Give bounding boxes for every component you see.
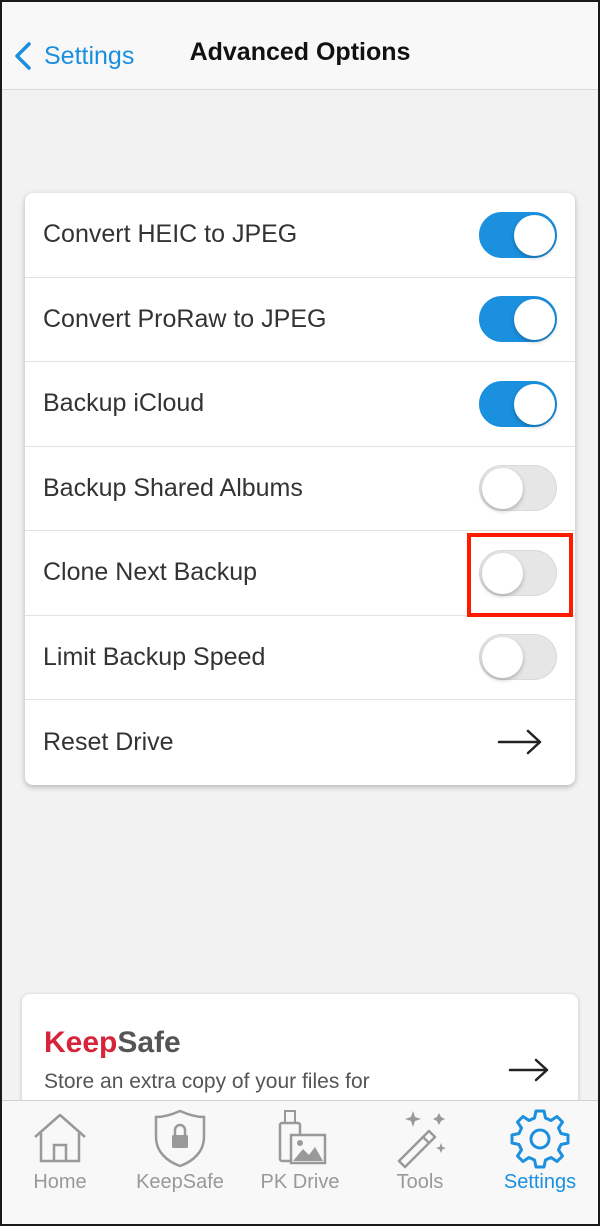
arrow-right-icon[interactable] [508,1058,550,1082]
toggle-knob [514,214,555,256]
option-row-limit-backup-speed: Limit Backup Speed [25,616,575,700]
gear-icon [510,1109,570,1169]
tab-pk-drive[interactable]: PK Drive [240,1101,360,1226]
nav-header: Settings Advanced Options [0,0,600,90]
toggle-knob [482,468,523,510]
home-icon [34,1113,86,1163]
tab-keepsafe[interactable]: KeepSafe [120,1101,240,1226]
convert-proraw-toggle[interactable] [479,296,557,343]
option-label: Backup iCloud [43,389,205,418]
tab-settings[interactable]: Settings [480,1101,600,1226]
option-row-backup-icloud: Backup iCloud [25,362,575,447]
tab-label: Home [33,1171,87,1193]
tab-label: Settings [503,1171,577,1193]
convert-heic-toggle[interactable] [479,211,557,258]
option-label: Convert HEIC to JPEG [43,220,298,249]
keepsafe-title-keep: Keep [44,1026,118,1059]
toggle-knob [482,552,523,594]
drive-photo-icon [278,1110,327,1165]
option-row-backup-shared-albums: Backup Shared Albums [25,447,575,531]
tab-label: PK Drive [260,1171,340,1193]
option-label: Limit Backup Speed [43,642,266,671]
option-label: Reset Drive [43,727,174,756]
option-label: Convert ProRaw to JPEG [43,304,327,333]
tab-home[interactable]: Home [0,1101,120,1226]
keepsafe-description: Store an extra copy of your files for [44,1070,370,1093]
clone-next-backup-toggle[interactable] [479,549,557,596]
option-row-reset-drive[interactable]: Reset Drive [25,700,575,785]
tab-label: Tools [396,1171,444,1193]
backup-icloud-toggle[interactable] [479,380,557,427]
tab-tools[interactable]: Tools [360,1101,480,1226]
arrow-right-icon[interactable] [497,729,543,755]
option-label: Backup Shared Albums [43,473,303,502]
page-title-text: Advanced Options [189,38,411,66]
option-row-convert-proraw: Convert ProRaw to JPEG [25,278,575,362]
option-row-clone-next-backup: Clone Next Backup [25,531,575,616]
shield-lock-icon [154,1109,206,1168]
toggle-knob [514,299,555,341]
keepsafe-title-safe: Safe [117,1026,181,1059]
tab-label: KeepSafe [136,1171,224,1193]
toggle-knob [482,637,523,679]
advanced-options-list: Convert HEIC to JPEG Convert ProRaw to J… [25,193,575,785]
option-row-convert-heic: Convert HEIC to JPEG [25,193,575,278]
page-title: Advanced Options [0,38,600,67]
option-label: Clone Next Backup [43,558,258,587]
toggle-knob [514,383,555,425]
limit-backup-speed-toggle[interactable] [479,634,557,681]
keepsafe-title: KeepSafe [44,1026,181,1060]
backup-shared-albums-toggle[interactable] [479,465,557,512]
magic-wand-icon [397,1111,446,1169]
tab-bar: Home KeepSafe PK Drive Tools Settings [0,1100,600,1226]
